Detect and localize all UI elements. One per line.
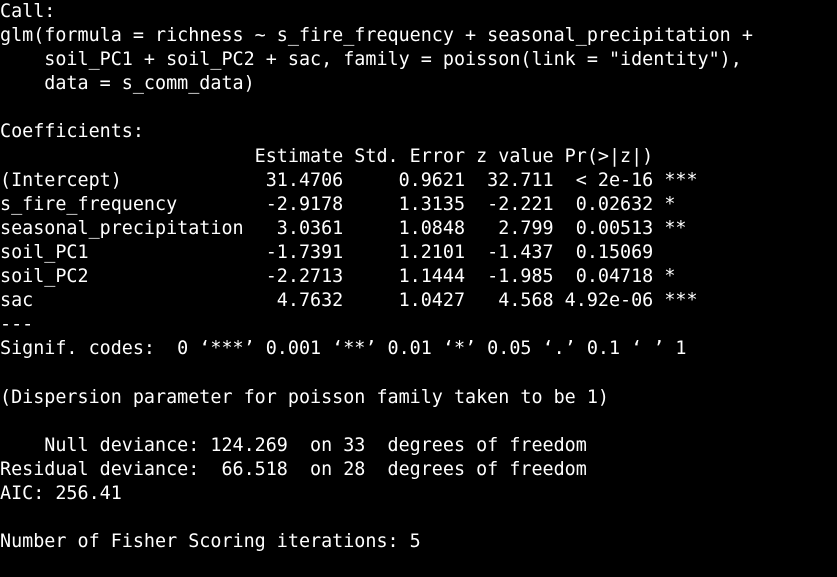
fisher-iterations: Number of Fisher Scoring iterations: 5 <box>0 531 421 553</box>
coef-row-fire-frequency: s_fire_frequency -2.9178 1.3135 -2.221 0… <box>0 193 698 215</box>
coefficients-table-header: Estimate Std. Error z value Pr(>|z|) <box>0 145 698 167</box>
coef-row-soil-pc2: soil_PC2 -2.2713 1.1444 -1.985 0.04718 * <box>0 266 698 288</box>
coef-row-sac: sac 4.7632 1.0427 4.568 4.92e-06 *** <box>0 290 698 312</box>
coef-row-seasonal-precipitation: seasonal_precipitation 3.0361 1.0848 2.7… <box>0 217 698 239</box>
call-header: Call: <box>0 1 56 22</box>
coef-row-soil-pc1: soil_PC1 -1.7391 1.2101 -1.437 0.15069 <box>0 241 698 263</box>
coefficients-header: Coefficients: <box>0 121 144 143</box>
call-line-3: data = s_comm_data) <box>0 73 255 95</box>
null-deviance: Null deviance: 124.269 on 33 degrees of … <box>0 434 587 456</box>
r-console-output: Call: glm(formula = richness ~ s_fire_fr… <box>0 0 837 577</box>
signif-codes: Signif. codes: 0 ‘***’ 0.001 ‘**’ 0.01 ‘… <box>0 338 687 360</box>
dispersion-note: (Dispersion parameter for poisson family… <box>0 386 609 408</box>
coef-row-intercept: (Intercept) 31.4706 0.9621 32.711 < 2e-1… <box>0 169 698 191</box>
aic: AIC: 256.41 <box>0 482 122 504</box>
call-line-2: soil_PC1 + soil_PC2 + sac, family = pois… <box>0 49 742 71</box>
separator-line: --- <box>0 314 34 336</box>
call-line-1: glm(formula = richness ~ s_fire_frequenc… <box>0 25 753 47</box>
residual-deviance: Residual deviance: 66.518 on 28 degrees … <box>0 458 587 480</box>
